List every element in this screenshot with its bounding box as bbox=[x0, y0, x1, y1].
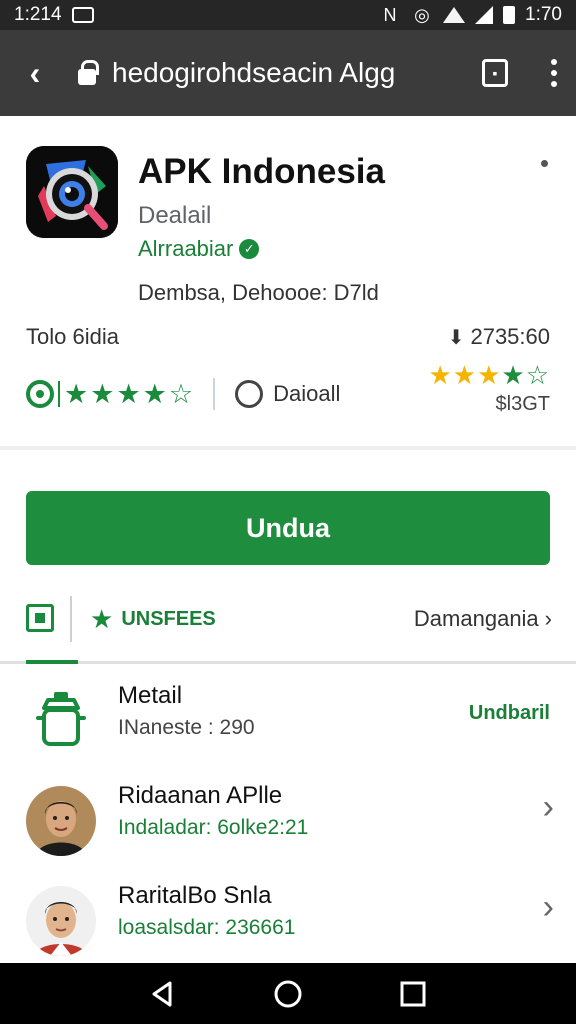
star-icon: ★ bbox=[64, 378, 89, 409]
overflow-dot-icon[interactable] bbox=[541, 160, 548, 167]
list-item-action-button[interactable]: Undbaril bbox=[469, 702, 550, 725]
developer-link[interactable]: Alrraabiar ✓ bbox=[138, 236, 260, 262]
star-icon: ★ bbox=[142, 378, 167, 409]
back-arrow-icon[interactable]: ‹ bbox=[18, 55, 52, 91]
list-item-subtitle: Indaladar: 6olke2:21 bbox=[118, 816, 309, 839]
url-field[interactable]: hedogirohdseacin Algg bbox=[112, 57, 422, 89]
rating-stars: ★ ★ ★ ★ ☆ bbox=[64, 379, 193, 410]
list-item-title: Metail bbox=[118, 682, 183, 709]
star-half-icon: ☆ bbox=[168, 378, 194, 409]
list-item-title: RaritalBo Snla bbox=[118, 882, 272, 909]
tabs-button[interactable]: ▪ bbox=[482, 59, 508, 87]
review-bubble-icon bbox=[235, 380, 264, 408]
chevron-right-icon[interactable]: › bbox=[543, 888, 554, 927]
divider bbox=[70, 596, 72, 642]
hotspot-icon: ◎ bbox=[414, 5, 430, 25]
browser-toolbar: ‹ hedogirohdseacin Algg ▪ bbox=[0, 30, 576, 116]
app-subtitle: Dealail bbox=[138, 202, 212, 229]
tab-featured[interactable]: ★ UNSFEES bbox=[90, 604, 216, 635]
lock-icon bbox=[78, 60, 99, 85]
nfc-icon: N bbox=[383, 5, 397, 25]
nav-home-icon[interactable] bbox=[273, 979, 303, 1009]
divider bbox=[213, 378, 216, 410]
info-label: Tolo 6idia bbox=[26, 324, 119, 349]
status-time-right: 1:70 bbox=[525, 4, 562, 25]
bottle-icon bbox=[26, 686, 96, 756]
list-item[interactable]: Metail INaneste : 290 Undbaril bbox=[0, 666, 576, 766]
app-icon bbox=[26, 146, 118, 238]
rating-ring-icon bbox=[26, 380, 54, 408]
download-count: ⬇ 2735:60 bbox=[447, 324, 550, 349]
star-outline-icon: ☆ bbox=[525, 360, 550, 390]
list-item[interactable]: RaritalBo Snla loasalsdar: 236661 › bbox=[0, 866, 576, 966]
star-icon: ★ bbox=[428, 360, 453, 390]
avatar bbox=[26, 786, 96, 856]
chevron-right-icon: › bbox=[544, 606, 552, 631]
price-label: $l3GT bbox=[495, 393, 550, 415]
app-title: APK Indonesia bbox=[138, 152, 385, 191]
review-label[interactable]: Daioall bbox=[273, 381, 340, 407]
divider bbox=[58, 381, 60, 407]
app-meta: Dembsa, Dehoooe: D7ld bbox=[138, 280, 379, 305]
star-icon: ★ bbox=[116, 378, 141, 409]
status-time-left: 1:214 bbox=[14, 4, 62, 25]
star-icon: ★ bbox=[90, 378, 115, 409]
verified-badge-icon: ✓ bbox=[239, 239, 260, 259]
nav-back-icon[interactable] bbox=[148, 979, 178, 1009]
star-icon: ★ bbox=[90, 604, 114, 634]
star-icon: ★ bbox=[452, 360, 478, 390]
battery-icon bbox=[503, 6, 516, 24]
nav-recents-icon[interactable] bbox=[398, 979, 428, 1009]
list-item-subtitle: loasalsdar: 236661 bbox=[118, 916, 296, 939]
list-item[interactable]: Ridaanan APlle Indaladar: 6olke2:21 › bbox=[0, 766, 576, 866]
wifi-icon bbox=[443, 7, 466, 23]
rating-row: ★ ★ ★ ★ ☆ Daioall bbox=[26, 374, 340, 414]
tab-row: ★ UNSFEES Damangania › bbox=[0, 588, 576, 664]
list-item-title: Ridaanan APlle bbox=[118, 782, 283, 809]
chevron-right-icon[interactable]: › bbox=[543, 788, 554, 827]
developer-name: Alrraabiar bbox=[138, 236, 234, 261]
signal-icon bbox=[475, 6, 494, 24]
tab-more[interactable]: Damangania › bbox=[414, 606, 552, 632]
rating-summary: ★★★★☆ $l3GT bbox=[428, 360, 550, 416]
system-nav-bar bbox=[0, 963, 576, 1024]
more-menu-icon[interactable] bbox=[550, 59, 558, 87]
tab-square-icon[interactable] bbox=[26, 604, 54, 632]
list-item-subtitle: INaneste : 290 bbox=[118, 716, 255, 739]
tab-indicator bbox=[26, 660, 78, 664]
notification-icon bbox=[71, 7, 94, 23]
avatar bbox=[26, 886, 96, 956]
rating-summary-stars: ★★★★☆ bbox=[428, 360, 550, 391]
status-bar: 1:214 N ◎ 1:70 bbox=[0, 0, 576, 30]
list: Metail INaneste : 290 Undbaril Ridaanan … bbox=[0, 666, 576, 966]
install-button[interactable]: Undua bbox=[26, 491, 550, 565]
star-icon: ★ bbox=[501, 360, 526, 390]
star-icon: ★ bbox=[477, 360, 502, 390]
app-header: APK Indonesia Dealail Alrraabiar ✓ Dembs… bbox=[0, 116, 576, 450]
download-icon: ⬇ bbox=[447, 326, 465, 349]
